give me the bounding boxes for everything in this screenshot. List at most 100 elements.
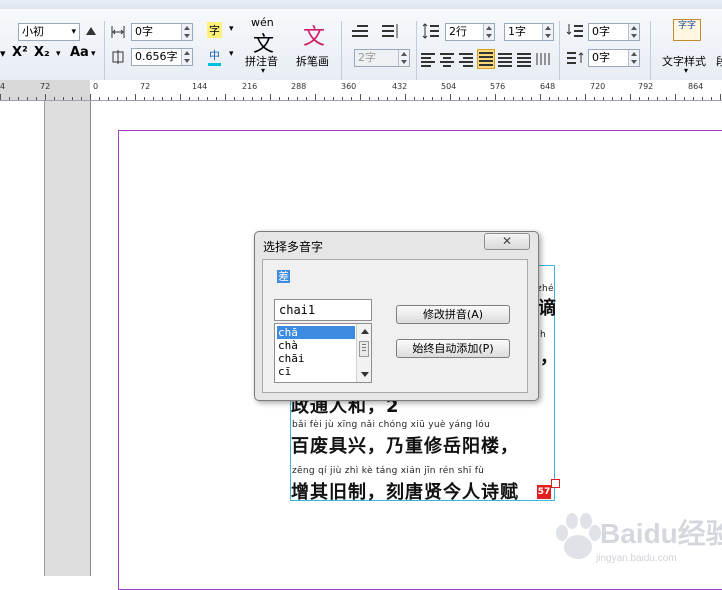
overflow-badge[interactable]: 57 [537, 485, 551, 499]
ruler-tick [504, 97, 505, 100]
ruler-tick [414, 97, 415, 100]
ruler-tick [495, 94, 496, 100]
superscript-button[interactable]: X² [12, 45, 28, 60]
align-justify-icon[interactable] [477, 49, 495, 69]
space-before-field[interactable]: 0字 [588, 23, 640, 41]
ruler-tick [54, 97, 55, 100]
pinyin-option[interactable]: chāi [277, 352, 355, 365]
stroke-button-label: 拆笔画 [296, 55, 329, 68]
char-shading-button[interactable]: 中 [208, 47, 221, 66]
text-style-icon: 字字 [673, 19, 701, 41]
pinyin-annotate-button[interactable]: wén 文 拼注音 ▾ [243, 14, 285, 76]
align-right-icon[interactable] [458, 51, 474, 67]
vertical-align-icon[interactable] [535, 51, 551, 67]
char-highlight-button[interactable]: 字 [207, 22, 222, 38]
split-strokes-button[interactable]: 文 拆笔画 [294, 14, 336, 76]
stroke-icon: 文 [303, 18, 325, 50]
ruler-tick [549, 97, 550, 100]
ruler-tick [81, 97, 82, 100]
always-auto-add-button[interactable]: 始终自动添加(P) [396, 339, 510, 358]
ruler-label: 720 [590, 82, 606, 91]
font-color-dropdown[interactable]: ▾ [0, 47, 6, 60]
pinyin-option[interactable]: chā [277, 326, 355, 339]
ruler-tick [612, 97, 613, 100]
spinner[interactable] [628, 24, 639, 40]
scroll-up-icon[interactable] [361, 329, 369, 334]
ruler-tick [108, 97, 109, 100]
spinner[interactable] [628, 50, 639, 66]
char-width-field[interactable]: 0.656字 [131, 48, 193, 66]
spinner[interactable] [181, 49, 192, 65]
ribbon-toolbar: 小初 ▾ ▾ X² X₂ ▾ Aa ▾ 0字 0.656字 字 ▾ 中 ▾ wé… [0, 9, 722, 81]
ruler-tick [720, 94, 721, 100]
ruler-tick [18, 97, 19, 100]
char-spacing-field[interactable]: 0字 [131, 23, 193, 41]
paragraph-style-label-partial[interactable]: 段 [716, 53, 722, 69]
pinyin-line: bǎi fèi jù xīng nǎi chóng xiū yuè yáng l… [292, 420, 491, 430]
align-left-icon[interactable] [420, 51, 436, 67]
spinner[interactable] [542, 24, 553, 40]
ribbon-separator [416, 21, 417, 81]
ruler-tick [144, 97, 145, 100]
indent-right-icon[interactable] [381, 23, 399, 42]
scroll-down-icon[interactable] [361, 372, 369, 377]
pinyin-option[interactable]: cī [277, 365, 355, 378]
align-distributed-icon[interactable] [497, 51, 513, 67]
font-style-button[interactable]: Aa [70, 45, 89, 60]
scroll-thumb[interactable] [359, 341, 369, 357]
ruler-label: 144 [192, 82, 208, 91]
ruler-tick [558, 97, 559, 100]
ruler-tick [45, 94, 46, 100]
chevron-down-icon: ▾ [684, 66, 689, 75]
spinner[interactable] [483, 24, 494, 40]
modify-pinyin-button[interactable]: 修改拼音(A) [396, 305, 510, 324]
list-scrollbar[interactable] [356, 324, 371, 382]
ruler-tick [135, 94, 136, 100]
close-button[interactable]: ✕ [484, 233, 530, 250]
line-spacing-field[interactable]: 2行 [445, 23, 495, 41]
ruler-label: 72 [140, 82, 151, 91]
spinner[interactable] [181, 24, 192, 40]
ruler-tick [90, 94, 91, 100]
dialog-body: 差 chai1 chā chà chāi cī 修改拼音(A) 始终自动添加(P… [262, 259, 528, 393]
ruler-tick [99, 97, 100, 100]
ruler-tick [180, 94, 181, 100]
ruler-label: 648 [540, 82, 556, 91]
pinyin-option[interactable]: chà [277, 339, 355, 352]
spinner[interactable] [398, 50, 409, 66]
ruler-tick [387, 97, 388, 100]
ruler-label: 360 [341, 82, 357, 91]
ruler-tick [585, 94, 586, 100]
ruler-tick [198, 97, 199, 100]
text-style-button[interactable]: 字字 文字样式 ▾ [660, 14, 716, 76]
indent-value-field[interactable]: 2字 [354, 49, 410, 67]
ruler-tick [540, 94, 541, 100]
indent-first-line-icon[interactable] [351, 23, 369, 42]
pinyin-input[interactable]: chai1 [274, 299, 372, 321]
ruler-tick [486, 97, 487, 100]
ruler-label: 288 [291, 82, 307, 91]
indent-value: 2字 [358, 51, 376, 64]
polyphone-dialog: 选择多音字 ✕ 差 chai1 chā chà chāi cī 修改拼音(A) … [254, 231, 539, 401]
font-size-grow-icon[interactable] [84, 24, 98, 38]
ruler-tick [243, 97, 244, 100]
subscript-button[interactable]: X₂ [34, 45, 50, 60]
font-size-select[interactable]: 小初 ▾ [18, 23, 80, 41]
ruler-tick [252, 97, 253, 100]
ruler-tick [72, 97, 73, 100]
ruler-label: 792 [638, 82, 654, 91]
para-spacing-field[interactable]: 1字 [504, 23, 554, 41]
ruler-tick [351, 97, 352, 100]
space-after-value: 0字 [592, 51, 610, 64]
align-center-icon[interactable] [439, 51, 455, 67]
ruler-tick [630, 94, 631, 100]
pinyin-options-list[interactable]: chā chà chāi cī [274, 323, 372, 383]
ruler-tick [405, 94, 406, 100]
ruler-tick [279, 97, 280, 100]
overflow-handle[interactable] [551, 479, 560, 488]
ruler-tick [315, 94, 316, 100]
ruler-tick [171, 97, 172, 100]
space-after-field[interactable]: 0字 [588, 49, 640, 67]
space-before-icon [566, 23, 584, 42]
align-full-icon[interactable] [516, 51, 532, 67]
